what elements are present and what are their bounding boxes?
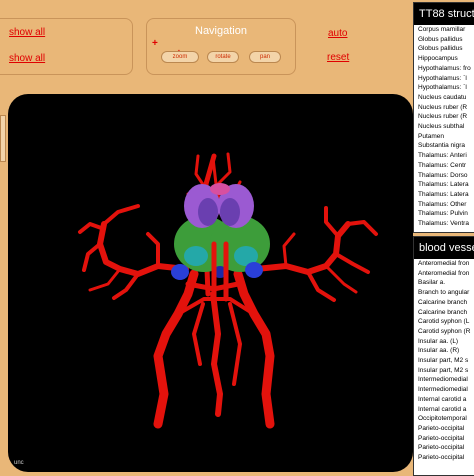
- vessel-list-item[interactable]: Anteromedial fron: [414, 269, 474, 279]
- vessel-list-item[interactable]: Carotid syphon (R: [414, 327, 474, 337]
- zoom-plus-icon[interactable]: +: [152, 38, 158, 49]
- viewer-corner-label: unc: [14, 460, 24, 466]
- vessel-list-item[interactable]: Internal carotid a: [414, 395, 474, 405]
- rotate-button[interactable]: rotate: [207, 51, 239, 63]
- structure-list-item[interactable]: Thalamus: Ventra: [414, 219, 474, 229]
- zoom-button[interactable]: zoom: [161, 51, 199, 63]
- structure-list-item[interactable]: Corpus mamillar: [414, 25, 474, 35]
- structure-list-item[interactable]: Putamen: [414, 132, 474, 142]
- structure-list-item[interactable]: Globus pallidus: [414, 35, 474, 45]
- vessel-list-item[interactable]: Carotid syphon (L: [414, 317, 474, 327]
- vessel-list-item[interactable]: Insular part, M2 s: [414, 356, 474, 366]
- navigation-panel: Navigation + + zoom rotate pan: [146, 18, 296, 75]
- structure-list-item[interactable]: Hypothalamus: `l: [414, 74, 474, 84]
- 3d-viewer[interactable]: unc: [8, 94, 413, 472]
- structure-list-item[interactable]: Thalamus: Pulvin: [414, 209, 474, 219]
- structures-title: TT88 structu: [414, 3, 474, 25]
- pan-button[interactable]: pan: [249, 51, 281, 63]
- structure-list-item[interactable]: Thalamus: Other: [414, 200, 474, 210]
- side-tab[interactable]: [0, 115, 6, 162]
- structure-list-item[interactable]: Nucleus ruber (R: [414, 103, 474, 113]
- vessel-list-item[interactable]: Intermediomedial: [414, 375, 474, 385]
- vessel-list-item[interactable]: Occipitotemporal: [414, 414, 474, 424]
- structures-list[interactable]: Corpus mamillar Globus pallidus Globus pal…: [414, 25, 474, 229]
- show-all-link-1[interactable]: show all: [9, 27, 45, 38]
- vessel-list-item[interactable]: Calcarine branch: [414, 308, 474, 318]
- reset-link[interactable]: reset: [327, 52, 349, 63]
- blood-vessels-panel: blood vesse Anteromedial fron Anteromedia…: [413, 236, 474, 476]
- visibility-panel: show all show all: [0, 18, 133, 75]
- structures-panel: TT88 structu Corpus mamillarGlobus palli…: [413, 2, 474, 233]
- navigation-title: Navigation: [195, 25, 247, 37]
- vessel-list-item[interactable]: Basilar a.: [414, 278, 474, 288]
- show-all-link-2[interactable]: show all: [9, 53, 45, 64]
- structure-list-item[interactable]: Thalamus: Anteri: [414, 151, 474, 161]
- structure-list-item[interactable]: Thalamus: Centr: [414, 161, 474, 171]
- vessel-list-item[interactable]: Parieto-occipital: [414, 443, 474, 453]
- structure-list-item[interactable]: Substantia nigra: [414, 141, 474, 151]
- blood-vessels-list[interactable]: Anteromedial fron Anteromedial fron Basila…: [414, 259, 474, 463]
- structure-list-item[interactable]: Nucleus ruber (R: [414, 112, 474, 122]
- vessel-list-item[interactable]: Calcarine branch: [414, 298, 474, 308]
- vessel-list-item[interactable]: Parieto-occipital: [414, 434, 474, 444]
- structure-list-item[interactable]: Nucleus caudatu: [414, 93, 474, 103]
- structure-list-item[interactable]: Nucleus subthal: [414, 122, 474, 132]
- structure-list-item[interactable]: Thalamus: Latera: [414, 190, 474, 200]
- brain-vessel-render: [78, 152, 378, 429]
- vessel-list-item[interactable]: Internal carotid a: [414, 405, 474, 415]
- vessel-list-item[interactable]: Anteromedial fron: [414, 259, 474, 269]
- vessel-list-item[interactable]: Insular aa. (L): [414, 337, 474, 347]
- blood-vessels-title: blood vesse: [414, 237, 474, 259]
- vessel-list-item[interactable]: Parieto-occipital: [414, 453, 474, 463]
- structure-list-item[interactable]: Thalamus: Latera: [414, 180, 474, 190]
- vessel-list-item[interactable]: Branch to angular: [414, 288, 474, 298]
- vessel-list-item[interactable]: Intermediomedial: [414, 385, 474, 395]
- structure-list-item[interactable]: Hippocampus: [414, 54, 474, 64]
- structure-list-item[interactable]: Hypothalamus: `l: [414, 83, 474, 93]
- auto-link[interactable]: auto: [328, 28, 347, 39]
- vessel-list-item[interactable]: Parieto-occipital: [414, 424, 474, 434]
- structure-list-item[interactable]: Hypothalamus: fro: [414, 64, 474, 74]
- vessel-list-item[interactable]: Insular aa. (R): [414, 346, 474, 356]
- structure-list-item[interactable]: Globus pallidus: [414, 44, 474, 54]
- structure-list-item[interactable]: Thalamus: Dorso: [414, 171, 474, 181]
- vessel-list-item[interactable]: Insular part, M2 s: [414, 366, 474, 376]
